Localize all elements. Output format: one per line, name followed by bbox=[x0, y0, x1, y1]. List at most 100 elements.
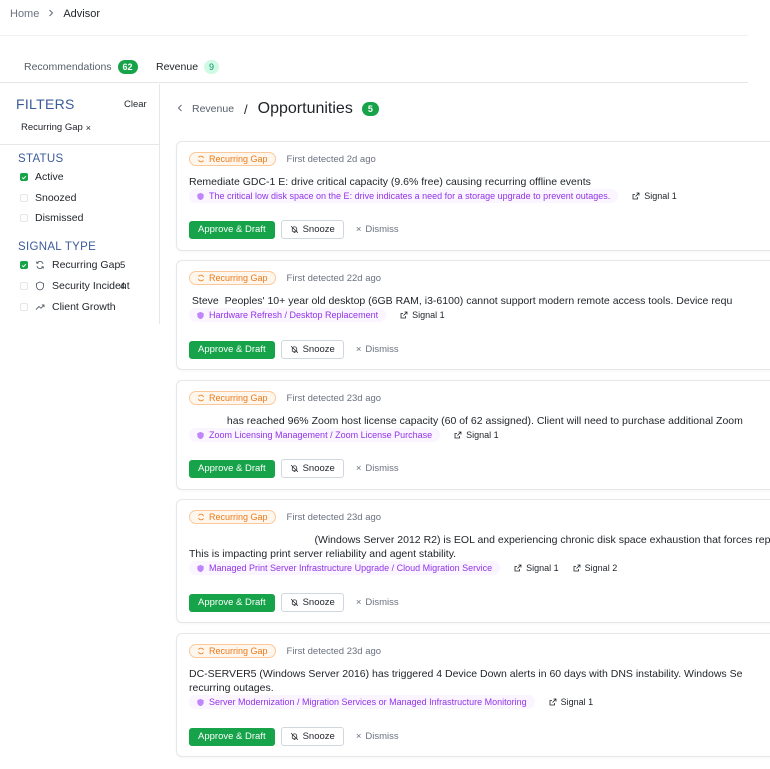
breadcrumb: Home Advisor bbox=[10, 8, 100, 20]
dismiss-button[interactable]: × Dismiss bbox=[356, 463, 399, 474]
dismiss-button[interactable]: × Dismiss bbox=[356, 731, 399, 742]
page-title: Opportunities bbox=[257, 100, 353, 117]
approve-draft-button[interactable]: Approve & Draft bbox=[189, 459, 275, 478]
recurring-gap-tag: Recurring Gap bbox=[189, 391, 276, 405]
signal-link[interactable]: Signal 1 bbox=[400, 310, 445, 320]
checkbox-icon[interactable] bbox=[20, 214, 28, 222]
description-line: has reached 96% Zoom host license capaci… bbox=[189, 415, 743, 427]
signal-label: Signal 1 bbox=[412, 310, 445, 320]
card-description: Steve Peoples' 10+ year old desktop (6GB… bbox=[189, 294, 770, 308]
signal-link[interactable]: Signal 2 bbox=[573, 563, 618, 573]
dismiss-label: Dismiss bbox=[365, 463, 399, 474]
signal-label: Signal 1 bbox=[526, 563, 559, 573]
checkbox-checked-icon[interactable] bbox=[20, 173, 28, 181]
opportunity-card: Recurring Gap First detected 23d ago has… bbox=[176, 380, 770, 490]
option-label: Client Growth bbox=[52, 301, 116, 313]
tab-recommendations[interactable]: Recommendations 62 bbox=[24, 60, 138, 74]
signal-link[interactable]: Signal 1 bbox=[514, 563, 559, 573]
snooze-button[interactable]: Snooze bbox=[280, 593, 344, 612]
count-badge: 9 bbox=[204, 60, 220, 74]
close-icon: × bbox=[355, 344, 362, 355]
option-label: Recurring Gap bbox=[52, 259, 121, 271]
signal-label: Signal 1 bbox=[560, 697, 594, 707]
dismiss-label: Dismiss bbox=[365, 344, 399, 355]
snooze-label: Snooze bbox=[302, 731, 335, 742]
card-description: (Windows Server 2012 R2) is EOL and expe… bbox=[189, 533, 770, 561]
card-meta: Recurring Gap First detected 22d ago bbox=[189, 271, 381, 285]
approve-draft-button[interactable]: Approve & Draft bbox=[189, 340, 275, 359]
tag-label: Recurring Gap bbox=[209, 154, 268, 164]
shield-icon bbox=[197, 311, 204, 319]
signal-link[interactable]: Signal 1 bbox=[549, 697, 594, 707]
card-meta: Recurring Gap First detected 23d ago bbox=[189, 644, 381, 658]
header-divider bbox=[0, 35, 748, 36]
service-label: Server Modernization / Migration Service… bbox=[209, 697, 527, 707]
snooze-label: Snooze bbox=[302, 463, 335, 474]
clear-filters-button[interactable]: Clear bbox=[124, 99, 147, 110]
approve-draft-button[interactable]: Approve & Draft bbox=[189, 727, 275, 746]
signal-label: Signal 2 bbox=[584, 563, 618, 573]
external-link-icon bbox=[514, 564, 522, 572]
checkbox-icon[interactable] bbox=[20, 282, 28, 290]
snooze-button[interactable]: Snooze bbox=[280, 459, 344, 478]
option-label: Security Incident bbox=[52, 280, 130, 292]
bell-off-icon bbox=[290, 598, 298, 607]
status-section-title: STATUS bbox=[18, 153, 64, 165]
signal-option-recurring-gap[interactable]: Recurring Gap bbox=[20, 259, 120, 271]
opportunity-card: Recurring Gap First detected 23d ago (Wi… bbox=[176, 499, 770, 623]
card-subline: Zoom Licensing Management / Zoom License… bbox=[189, 428, 499, 442]
status-option-active[interactable]: Active bbox=[20, 171, 64, 183]
card-meta: Recurring Gap First detected 2d ago bbox=[189, 152, 376, 166]
tag-label: Recurring Gap bbox=[209, 512, 268, 522]
refresh-icon bbox=[198, 394, 204, 402]
tag-label: Recurring Gap bbox=[209, 646, 268, 656]
signal-link[interactable]: Signal 1 bbox=[454, 430, 499, 440]
close-icon: × bbox=[355, 224, 362, 235]
card-subline: Server Modernization / Migration Service… bbox=[189, 695, 593, 709]
bell-off-icon bbox=[290, 464, 298, 473]
snooze-button[interactable]: Snooze bbox=[280, 220, 344, 239]
option-count: 5 bbox=[120, 260, 126, 271]
card-meta: Recurring Gap First detected 23d ago bbox=[189, 391, 381, 405]
signal-link[interactable]: Signal 1 bbox=[632, 191, 677, 201]
status-option-snoozed[interactable]: Snoozed bbox=[20, 192, 76, 204]
card-actions: Approve & Draft Snooze × Dismiss bbox=[189, 340, 399, 359]
recurring-gap-tag: Recurring Gap bbox=[189, 644, 276, 658]
signal-option-client-growth[interactable]: Client Growth bbox=[20, 301, 116, 313]
breadcrumb-home-link[interactable]: Home bbox=[10, 8, 39, 20]
snooze-button[interactable]: Snooze bbox=[280, 340, 344, 359]
checkbox-icon[interactable] bbox=[20, 303, 28, 311]
approve-draft-button[interactable]: Approve & Draft bbox=[189, 593, 275, 612]
shield-icon bbox=[197, 698, 204, 706]
dismiss-button[interactable]: × Dismiss bbox=[356, 344, 399, 355]
status-option-dismissed[interactable]: Dismissed bbox=[20, 212, 83, 224]
remove-filter-icon[interactable]: × bbox=[86, 123, 91, 133]
shield-icon bbox=[197, 431, 204, 439]
dismiss-label: Dismiss bbox=[365, 224, 399, 235]
signal-type-section-title: SIGNAL TYPE bbox=[18, 241, 97, 253]
card-actions: Approve & Draft Snooze × Dismiss bbox=[189, 459, 399, 478]
back-to-revenue-link[interactable]: Revenue bbox=[192, 103, 234, 115]
tab-revenue[interactable]: Revenue 9 bbox=[156, 60, 220, 74]
option-label: Snoozed bbox=[35, 192, 77, 204]
dismiss-button[interactable]: × Dismiss bbox=[356, 224, 399, 235]
count-badge: 62 bbox=[117, 60, 138, 74]
approve-draft-button[interactable]: Approve & Draft bbox=[189, 220, 275, 239]
tab-bar: Recommendations 62 Revenue 9 bbox=[0, 54, 748, 83]
breadcrumb-current: Advisor bbox=[63, 8, 101, 20]
chevron-left-icon[interactable] bbox=[176, 104, 184, 115]
trend-up-icon bbox=[35, 302, 45, 312]
snooze-button[interactable]: Snooze bbox=[280, 727, 344, 746]
card-subline: The critical low disk space on the E: dr… bbox=[189, 189, 677, 203]
detected-time: First detected 2d ago bbox=[286, 153, 376, 165]
description-line: Steve Peoples' 10+ year old desktop (6GB… bbox=[189, 295, 733, 307]
dismiss-label: Dismiss bbox=[365, 731, 399, 742]
sidebar-divider bbox=[0, 144, 160, 145]
header-separator: / bbox=[244, 101, 248, 117]
opportunities-header: Revenue / Opportunities 5 bbox=[176, 100, 379, 118]
dismiss-button[interactable]: × Dismiss bbox=[356, 597, 399, 608]
option-label: Dismissed bbox=[35, 212, 84, 224]
signal-option-security-incident[interactable]: Security Incident bbox=[20, 280, 130, 292]
checkbox-checked-icon[interactable] bbox=[20, 261, 28, 269]
checkbox-icon[interactable] bbox=[20, 194, 28, 202]
